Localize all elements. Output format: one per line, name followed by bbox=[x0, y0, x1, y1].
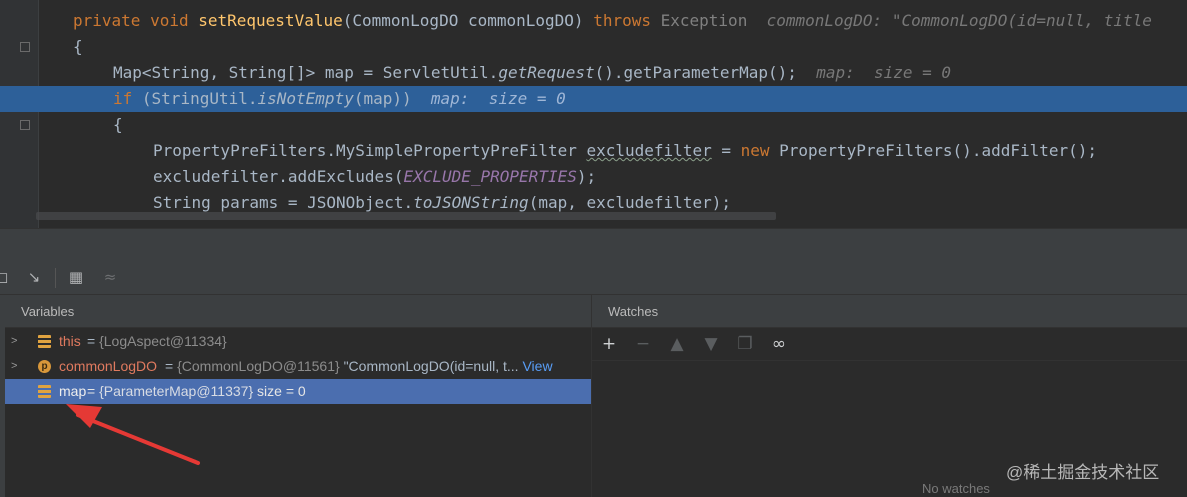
variable-row[interactable]: > this = {LogAspect@11334} bbox=[5, 329, 591, 354]
editor-horizontal-scrollbar[interactable] bbox=[36, 212, 776, 220]
trace-icon[interactable]: ≈ bbox=[100, 267, 120, 287]
watermark-text: @稀土掘金技术社区 bbox=[1006, 463, 1160, 482]
variable-row[interactable]: > p commonLogDO = {CommonLogDO@11561} "C… bbox=[5, 354, 591, 379]
evaluate-expression-icon[interactable]: ▦ bbox=[66, 267, 86, 287]
view-link[interactable]: View bbox=[519, 358, 552, 374]
move-up-icon[interactable]: ▲ bbox=[666, 333, 688, 355]
code-text: (map, excludefilter); bbox=[528, 193, 731, 212]
code-line-7[interactable]: excludefilter.addExcludes(EXCLUDE_PROPER… bbox=[0, 164, 1187, 190]
code-line-5[interactable]: { bbox=[0, 112, 1187, 138]
variable-value: = {LogAspect@11334} bbox=[87, 329, 227, 354]
equals-sign: = bbox=[87, 383, 100, 399]
object-ref: {LogAspect@11334} bbox=[99, 333, 227, 349]
debug-toolbar: ◻ ↘ ▦ ≈ bbox=[0, 261, 1187, 295]
variable-name: map bbox=[59, 383, 87, 399]
code-text: PropertyPreFilters.MySimplePropertyPreFi… bbox=[153, 141, 587, 160]
field-icon bbox=[38, 385, 51, 398]
inline-debug-hint: map: size = 0 bbox=[796, 63, 952, 82]
variable-value: = {ParameterMap@11337} size = 0 bbox=[87, 379, 306, 404]
code-text: ); bbox=[576, 167, 597, 186]
variable-name: this bbox=[59, 333, 81, 349]
code-text: { bbox=[73, 37, 83, 56]
equals-sign: = bbox=[165, 358, 178, 374]
method-call: getRequest bbox=[498, 63, 595, 82]
code-line-3[interactable]: Map<String, String[]> map = ServletUtil.… bbox=[0, 60, 1187, 86]
parameter-icon: p bbox=[38, 360, 51, 373]
variable-name: commonLogDO bbox=[59, 358, 158, 374]
inline-debug-hint: commonLogDO: "CommonLogDO(id=null, title bbox=[747, 11, 1152, 30]
code-text: String params = JSONObject. bbox=[153, 193, 414, 212]
code-text: (StringUtil. bbox=[141, 89, 258, 108]
toolbar-separator bbox=[55, 268, 56, 288]
frames-icon[interactable]: ◻ bbox=[0, 267, 12, 287]
code-text: (CommonLogDO commonLogDO) bbox=[342, 11, 594, 30]
debug-tool-window-header bbox=[0, 228, 1187, 262]
code-text: excludefilter.addExcludes( bbox=[153, 167, 404, 186]
constant-name: EXCLUDE_PROPERTIES bbox=[403, 167, 577, 186]
object-ref: {ParameterMap@11337} bbox=[99, 383, 254, 399]
code-text: { bbox=[113, 115, 123, 134]
keyword: new bbox=[740, 141, 780, 160]
current-execution-line[interactable]: if (StringUtil.isNotEmpty(map)) map: siz… bbox=[0, 86, 1187, 112]
equals-sign: = bbox=[87, 333, 100, 349]
object-preview: "CommonLogDO(id=null, t... bbox=[339, 358, 519, 374]
method-call: toJSONString bbox=[413, 193, 529, 212]
glasses-icon[interactable]: ∞ bbox=[768, 333, 790, 355]
watches-toolbar: + − ▲ ▼ ❐ ∞ bbox=[592, 328, 1187, 361]
method-name: setRequestValue bbox=[198, 11, 343, 30]
code-text: ().getParameterMap(); bbox=[594, 63, 797, 82]
size-info: size = 0 bbox=[253, 383, 306, 399]
empty-watches-text: No watches bbox=[922, 481, 990, 496]
copy-icon[interactable]: ❐ bbox=[734, 333, 756, 355]
code-text: (map)) bbox=[353, 89, 412, 108]
keyword: private void bbox=[73, 11, 199, 30]
variable-row-selected[interactable]: map = {ParameterMap@11337} size = 0 bbox=[5, 379, 591, 404]
code-text: PropertyPreFilters().addFilter(); bbox=[779, 141, 1098, 160]
watches-title: Watches bbox=[592, 295, 1187, 328]
variables-panel: Variables > this = {LogAspect@11334} > p… bbox=[5, 295, 592, 497]
exception-type: Exception bbox=[660, 11, 748, 30]
move-down-icon[interactable]: ▼ bbox=[700, 333, 722, 355]
step-out-icon[interactable]: ↘ bbox=[24, 267, 44, 287]
code-editor[interactable]: private void setRequestValue(CommonLogDO… bbox=[0, 0, 1187, 228]
method-call: isNotEmpty bbox=[257, 89, 354, 108]
inline-debug-hint: map: size = 0 bbox=[411, 89, 566, 108]
object-ref: {CommonLogDO@11561} bbox=[177, 358, 340, 374]
chevron-right-icon[interactable]: > bbox=[11, 354, 23, 379]
keyword: throws bbox=[593, 11, 661, 30]
remove-icon[interactable]: − bbox=[632, 333, 654, 355]
code-line-2[interactable]: { bbox=[0, 34, 1187, 60]
chevron-right-icon[interactable]: > bbox=[11, 329, 23, 354]
field-icon bbox=[38, 335, 51, 348]
variables-title: Variables bbox=[5, 295, 591, 328]
keyword: if bbox=[113, 89, 142, 108]
variable-value: = {CommonLogDO@11561} "CommonLogDO(id=nu… bbox=[165, 354, 553, 379]
code-line-1[interactable]: private void setRequestValue(CommonLogDO… bbox=[0, 8, 1187, 34]
code-line-6[interactable]: PropertyPreFilters.MySimplePropertyPreFi… bbox=[0, 138, 1187, 164]
variable-name: excludefilter bbox=[586, 141, 712, 160]
code-text: = bbox=[711, 141, 741, 160]
code-text: Map<String, String[]> map = ServletUtil. bbox=[113, 63, 499, 82]
add-icon[interactable]: + bbox=[598, 333, 620, 355]
